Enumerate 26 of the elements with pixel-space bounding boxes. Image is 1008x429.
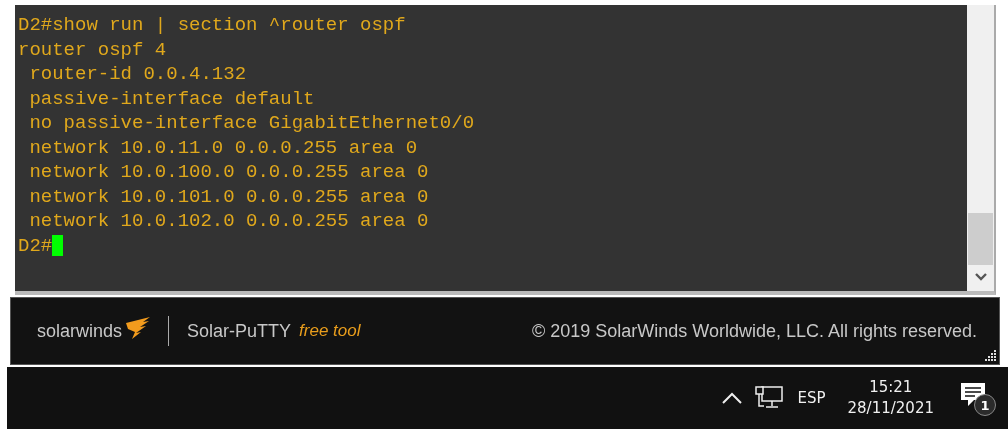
terminal-line: passive-interface default <box>28 86 315 111</box>
tagline: free tool <box>299 321 361 341</box>
scrollbar-thumb[interactable] <box>968 213 993 265</box>
terminal-line: no passive-interface GigabitEthernet0/0 <box>28 111 475 136</box>
language-indicator[interactable]: ESP <box>797 389 826 407</box>
network-monitor-icon[interactable] <box>755 386 784 410</box>
resize-grip-icon[interactable] <box>983 348 997 362</box>
terminal-line: network 10.0.101.0 0.0.0.255 area 0 <box>28 184 429 209</box>
chevron-up-icon[interactable] <box>721 391 744 405</box>
terminal-line: network 10.0.100.0 0.0.0.255 area 0 <box>28 160 429 185</box>
terminal-line: network 10.0.11.0 0.0.0.255 area 0 <box>28 135 418 160</box>
notification-badge: 1 <box>974 394 996 416</box>
clock-date[interactable]: 28/11/2021 <box>847 401 934 416</box>
scroll-down-icon[interactable] <box>974 273 987 281</box>
copyright-notice: © 2019 SolarWinds Worldwide, LLC. All rights reserved. <box>531 320 977 342</box>
terminal-prompt: D2# <box>18 233 53 258</box>
terminal-line: router-id 0.0.4.132 <box>28 62 247 87</box>
terminal-line: network 10.0.102.0 0.0.0.255 area 0 <box>28 209 429 234</box>
terminal-line: D2#show run | section ^router ospf <box>18 13 406 38</box>
flame-logo-icon <box>124 317 151 339</box>
text-cursor <box>52 235 64 257</box>
clock-time[interactable]: 15:21 <box>869 380 913 395</box>
terminal-line: router ospf 4 <box>18 37 167 62</box>
scrollbar[interactable] <box>967 5 994 291</box>
product-name: Solar-PuTTY <box>187 320 292 342</box>
brand-name: solarwinds <box>37 320 123 342</box>
